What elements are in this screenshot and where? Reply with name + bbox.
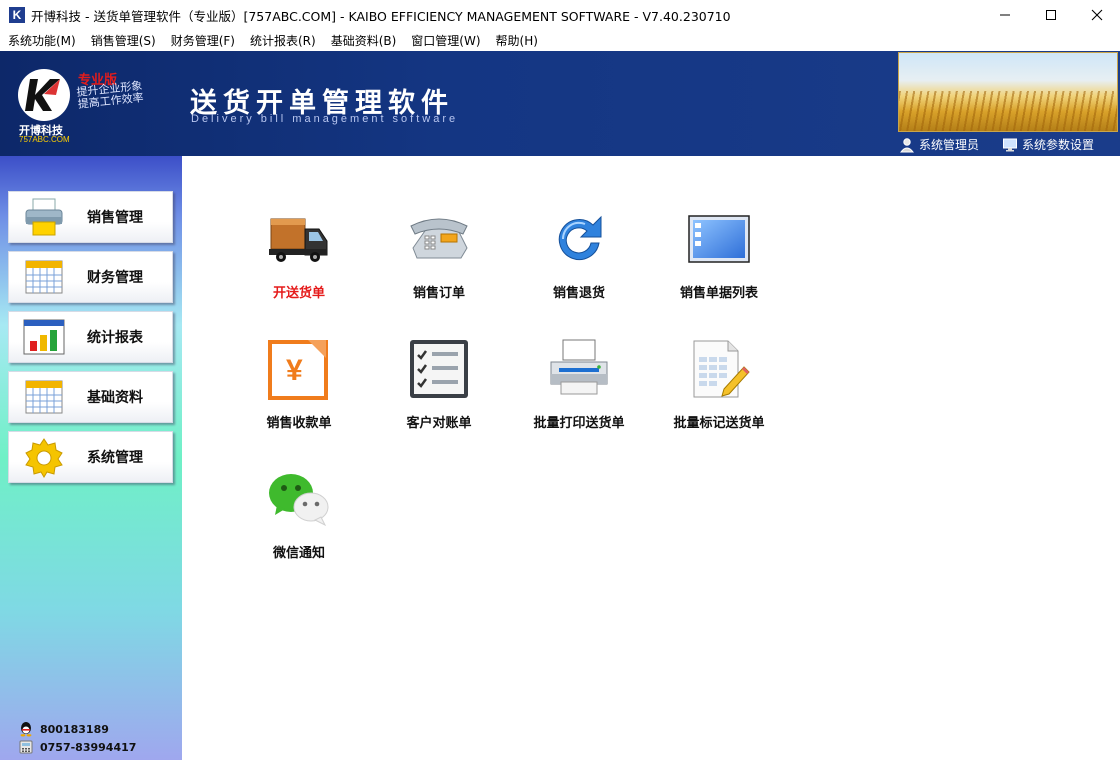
wechat-icon — [266, 466, 332, 532]
close-button[interactable] — [1074, 0, 1120, 30]
close-icon — [1091, 9, 1103, 21]
function-sales-receipt[interactable]: ¥ 销售收款单 — [229, 336, 369, 446]
function-label: 销售收款单 — [266, 416, 332, 431]
function-batch-print-delivery[interactable]: 批量打印送货单 — [509, 336, 649, 446]
function-label: 微信通知 — [272, 546, 325, 561]
minimize-button[interactable] — [982, 0, 1028, 30]
function-label: 批量标记送货单 — [673, 416, 765, 431]
spreadsheet-pencil-icon — [686, 336, 752, 402]
function-label: 开送货单 — [272, 286, 325, 301]
printer-icon — [22, 196, 66, 238]
wheat-field-image — [898, 52, 1118, 132]
title-bar: K 开博科技 - 送货单管理软件（专业版）[757ABC.COM] - KAIB… — [0, 0, 1120, 30]
gear-icon — [22, 436, 66, 478]
window-title: 开博科技 - 送货单管理软件（专业版）[757ABC.COM] - KAIBO … — [31, 8, 731, 24]
sidebar-item-label: 系统管理 — [87, 450, 143, 466]
function-batch-mark-delivery[interactable]: 批量标记送货单 — [649, 336, 789, 446]
user-icon — [899, 137, 915, 152]
qq-number: 800183189 — [40, 722, 109, 736]
phone-icon — [19, 740, 33, 754]
calendar-grid-icon — [22, 256, 66, 298]
current-user-button[interactable]: 系统管理员 — [899, 136, 979, 153]
function-label: 销售订单 — [412, 286, 465, 301]
company-url: 757ABC.COM — [19, 135, 70, 144]
sidebar-item-basic-data[interactable]: 基础资料 — [8, 371, 173, 423]
yen-receipt-icon: ¥ — [266, 336, 332, 402]
slogan: 提升企业形象 提高工作效率 — [76, 79, 144, 111]
phone-number: 0757-83994417 — [40, 740, 137, 754]
function-wechat-notify[interactable]: 微信通知 — [229, 466, 369, 576]
menu-system[interactable]: 系统功能(M) — [0, 32, 83, 49]
maximize-icon — [1046, 10, 1056, 20]
function-sales-document-list[interactable]: 销售单据列表 — [649, 206, 789, 316]
app-icon[interactable]: K — [9, 7, 25, 23]
menu-bar: 系统功能(M) 销售管理(S) 财务管理(F) 统计报表(R) 基础资料(B) … — [0, 30, 1120, 51]
system-settings-button[interactable]: 系统参数设置 — [1002, 136, 1094, 153]
function-label: 销售退货 — [552, 286, 605, 301]
list-window-icon — [686, 206, 752, 272]
sidebar-item-label: 财务管理 — [87, 270, 143, 286]
header-banner: 专业版 提升企业形象 提高工作效率 开博科技 757ABC.COM 送货开单管理… — [0, 51, 1120, 156]
bar-chart-icon — [22, 316, 66, 358]
menu-window[interactable]: 窗口管理(W) — [403, 32, 487, 49]
sidebar-item-finance[interactable]: 财务管理 — [8, 251, 173, 303]
function-label: 批量打印送货单 — [533, 416, 625, 431]
menu-sales[interactable]: 销售管理(S) — [83, 32, 163, 49]
user-label: 系统管理员 — [919, 138, 980, 152]
sidebar-item-reports[interactable]: 统计报表 — [8, 311, 173, 363]
sidebar-item-label: 销售管理 — [87, 210, 143, 226]
function-label: 客户对账单 — [406, 416, 472, 431]
maximize-button[interactable] — [1028, 0, 1074, 30]
sidebar-item-label: 基础资料 — [87, 390, 143, 406]
phone-contact: 0757-83994417 — [18, 739, 136, 755]
kaibo-logo-icon — [18, 69, 70, 121]
svg-text:¥: ¥ — [286, 354, 303, 387]
function-sales-return[interactable]: 销售退货 — [509, 206, 649, 316]
sidebar-item-label: 统计报表 — [87, 330, 143, 346]
monitor-icon — [1003, 138, 1017, 151]
telephone-icon — [406, 206, 472, 272]
window-controls — [982, 0, 1120, 30]
app-subtitle: Delivery bill management software — [191, 113, 459, 125]
calendar-grid-icon — [22, 376, 66, 418]
truck-icon — [266, 206, 332, 272]
function-label: 销售单据列表 — [679, 286, 758, 301]
sidebar-item-sales[interactable]: 销售管理 — [8, 191, 173, 243]
function-sales-order[interactable]: 销售订单 — [369, 206, 509, 316]
menu-reports[interactable]: 统计报表(R) — [242, 32, 323, 49]
menu-help[interactable]: 帮助(H) — [488, 32, 545, 49]
refresh-arrow-icon — [546, 206, 612, 272]
sidebar-item-system[interactable]: 系统管理 — [8, 431, 173, 483]
function-create-delivery[interactable]: 开送货单 — [229, 206, 369, 316]
qq-icon — [20, 722, 32, 737]
function-customer-statement[interactable]: 客户对账单 — [369, 336, 509, 446]
menu-basic-data[interactable]: 基础资料(B) — [323, 32, 404, 49]
minimize-icon — [1000, 14, 1010, 16]
printer-icon — [546, 336, 612, 402]
menu-finance[interactable]: 财务管理(F) — [163, 32, 242, 49]
qq-contact: 800183189 — [18, 721, 109, 737]
checklist-icon — [406, 336, 472, 402]
settings-label: 系统参数设置 — [1022, 138, 1095, 152]
